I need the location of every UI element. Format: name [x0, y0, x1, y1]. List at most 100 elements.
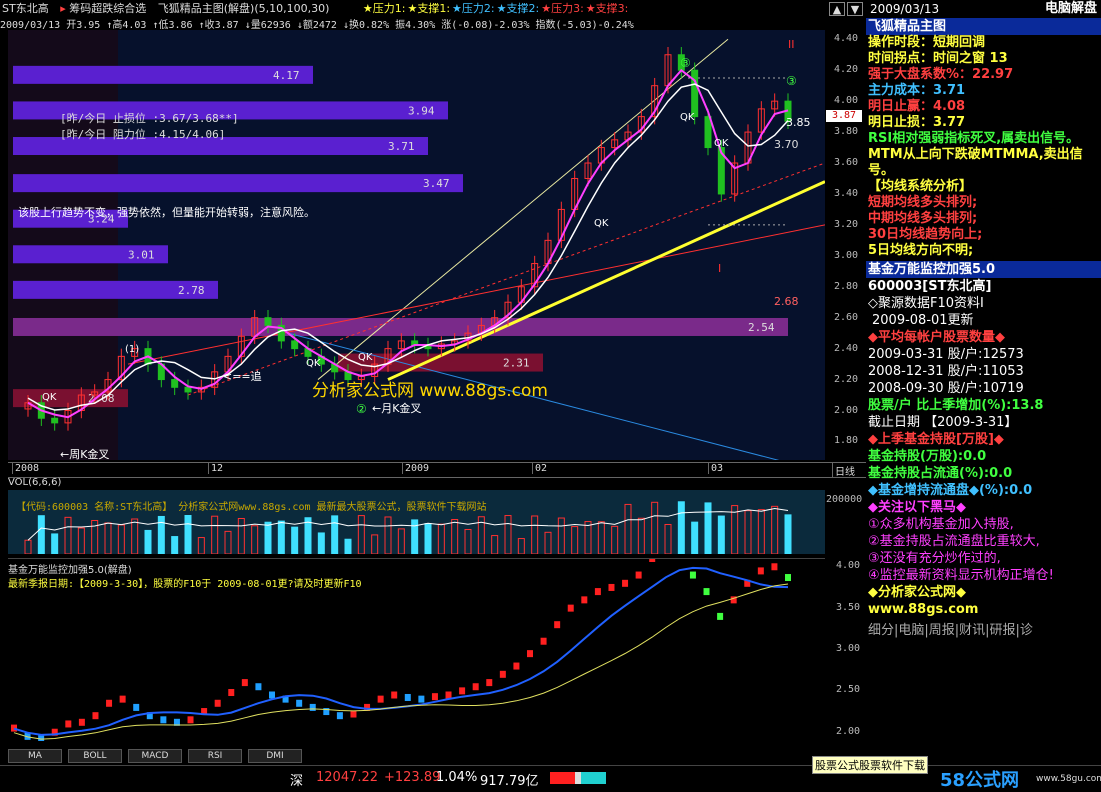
dark-horse-line: ③还没有充分炒作过的,	[868, 551, 1001, 566]
volume-banner: 【代码:600003 名称:ST东北高】 分析家公式网www.88gs.com …	[16, 502, 487, 513]
last-quarter-fund: ◆上季基金持股[万股]◆	[868, 432, 1004, 447]
analysis-value: 3.77	[933, 115, 966, 130]
index-change: +123.89	[384, 770, 441, 785]
fund-block	[214, 699, 221, 707]
fund-block	[255, 683, 262, 691]
volume-bar	[691, 521, 699, 554]
volume-bar	[117, 524, 125, 554]
volume-bar	[384, 516, 392, 554]
fund-panel-title: 基金万能监控加强5.0(解盘)	[8, 565, 132, 576]
price-band	[13, 65, 313, 84]
tab-rsi[interactable]: RSI	[188, 749, 242, 763]
fund-ma-blue	[13, 566, 789, 736]
analysis-label: MTM从上向下跌破MTMMA,卖出信号。	[868, 147, 1083, 178]
fund-block	[38, 735, 45, 741]
band-label: 3.71	[388, 140, 415, 153]
quote-info-bar: 2009/03/13 开3.95 ↑高4.03 ↑低3.86 ↑收3.87 ↓量…	[0, 20, 634, 31]
holder-row: 2008-09-30 股/户:10719	[868, 381, 1024, 396]
pressure-legend-item: ★支撑1:	[407, 2, 451, 15]
volume-bar	[544, 531, 552, 554]
main-price-chart[interactable]: 4.17 3.94 3.71 3.47 3.24 3.01 2.78 2.54 2.31 2.08…	[8, 30, 825, 460]
site-logo: 58公式网	[940, 770, 1020, 791]
site-url[interactable]: www.88gs.com	[866, 601, 1101, 618]
price-band	[13, 174, 463, 193]
ad-breadth-bar	[550, 772, 606, 784]
tab-dmi[interactable]: DMI	[248, 749, 302, 763]
qk-label-5: QK	[306, 358, 321, 369]
price-y-tick: 4.20	[834, 64, 859, 76]
dark-horse-line: ①众多机构基金加入持股,	[868, 517, 1014, 532]
volume-bar	[451, 519, 459, 554]
volume-bar	[277, 520, 285, 554]
fund-block	[649, 559, 656, 562]
stop-loss-note: [昨/今日 止损位 :3.67/3.68**]	[60, 112, 239, 125]
volume-panel[interactable]: 【代码:600003 名称:ST东北高】 分析家公式网www.88gs.com …	[8, 490, 825, 554]
level-385: 3.85	[786, 116, 811, 129]
date-axis-label: 03	[708, 463, 723, 474]
right-bottom-tabs[interactable]: 细分|电脑|周报|财讯|研报|诊	[866, 622, 1101, 639]
tab-ma[interactable]: MA	[8, 749, 62, 763]
analysis-label: 时间拐点：	[868, 51, 934, 66]
analysis-line: 明日止赢：4.08	[866, 99, 1096, 115]
volume-bar	[51, 533, 59, 554]
pressure-legend-item: ★压力1:	[362, 2, 406, 15]
fund-block	[689, 571, 696, 579]
fund-block	[635, 571, 642, 579]
indicator-tab[interactable]: 筹码超跌综合选	[69, 2, 146, 15]
fund-block	[296, 699, 303, 707]
circle-3-marker: ③	[786, 74, 797, 88]
up-arrow-icon[interactable]: ▲	[829, 2, 845, 16]
roman-ii-label: II	[788, 38, 795, 51]
tab-boll[interactable]: BOLL	[68, 749, 122, 763]
fund-block	[377, 695, 384, 703]
pressure-legend-item: ★支撑2:	[496, 2, 540, 15]
band-label: 2.31	[503, 357, 530, 370]
fund-block	[269, 691, 275, 699]
fund-y-tick: 3.00	[836, 643, 861, 654]
volume-bar	[344, 538, 352, 554]
volume-bar	[291, 526, 299, 554]
right-panel-label[interactable]: 电脑解盘	[1045, 0, 1097, 18]
volume-ma-line	[27, 507, 789, 541]
fund-block	[228, 689, 235, 697]
price-y-tick: 2.60	[834, 311, 859, 323]
fund-block	[92, 712, 99, 720]
right-date: 2009/03/13	[870, 2, 940, 16]
fund-monitor-panel[interactable]: 基金万能监控加强5.0(解盘) 最新季报日期:【2009-3-30】，股票的F1…	[8, 558, 825, 741]
analysis-value: 4.08	[933, 99, 966, 114]
turnover: 917.79亿	[480, 774, 539, 789]
volume-bar	[264, 521, 272, 554]
down-arrow-icon[interactable]: ▼	[847, 2, 863, 16]
date-axis-label: 日线	[832, 463, 855, 478]
analysis-value: 22.97	[972, 67, 1014, 82]
volume-bar	[717, 515, 725, 554]
analysis-value: 3.71	[933, 83, 966, 98]
volume-bar	[611, 525, 619, 554]
volume-bar	[237, 517, 245, 554]
status-bar: 深 12047.22 +123.89 1.04% 917.79亿 股票公式股票软…	[0, 756, 1101, 792]
candle-body	[264, 317, 272, 326]
volume-bar	[131, 518, 139, 554]
stock-name[interactable]: ST东北高	[2, 2, 49, 15]
volume-bar	[504, 515, 512, 554]
bracket-1-marker: (1)	[125, 344, 140, 355]
fund-block	[581, 596, 588, 604]
right-panel-title: 飞狐精品主图	[866, 18, 1101, 35]
band-label: 3.01	[128, 248, 155, 261]
pin-icon: ▸	[60, 2, 66, 15]
volume-bar	[397, 528, 405, 554]
ad-banner[interactable]: 股票公式股票软件下载	[812, 756, 928, 774]
fund-block	[540, 637, 547, 645]
volume-bar	[624, 503, 632, 554]
holder-row: 2008-12-31 股/户:11053	[868, 364, 1024, 379]
analysis-label: RSI相对强弱指标死叉,属卖出信号。	[868, 131, 1080, 146]
fund-block	[119, 695, 126, 703]
fund-block	[160, 716, 167, 724]
fund-block	[608, 583, 615, 591]
tab-macd[interactable]: MACD	[128, 749, 182, 763]
fund-y-axis: 4.00 3.50 3.00 2.50 2.00	[830, 558, 866, 740]
fund-block	[11, 724, 17, 732]
volume-title: VOL(6,6,6)	[8, 477, 62, 488]
holder-change: 股票/户 比上季增加(%):13.8	[868, 398, 1044, 413]
volume-bar	[784, 514, 792, 554]
